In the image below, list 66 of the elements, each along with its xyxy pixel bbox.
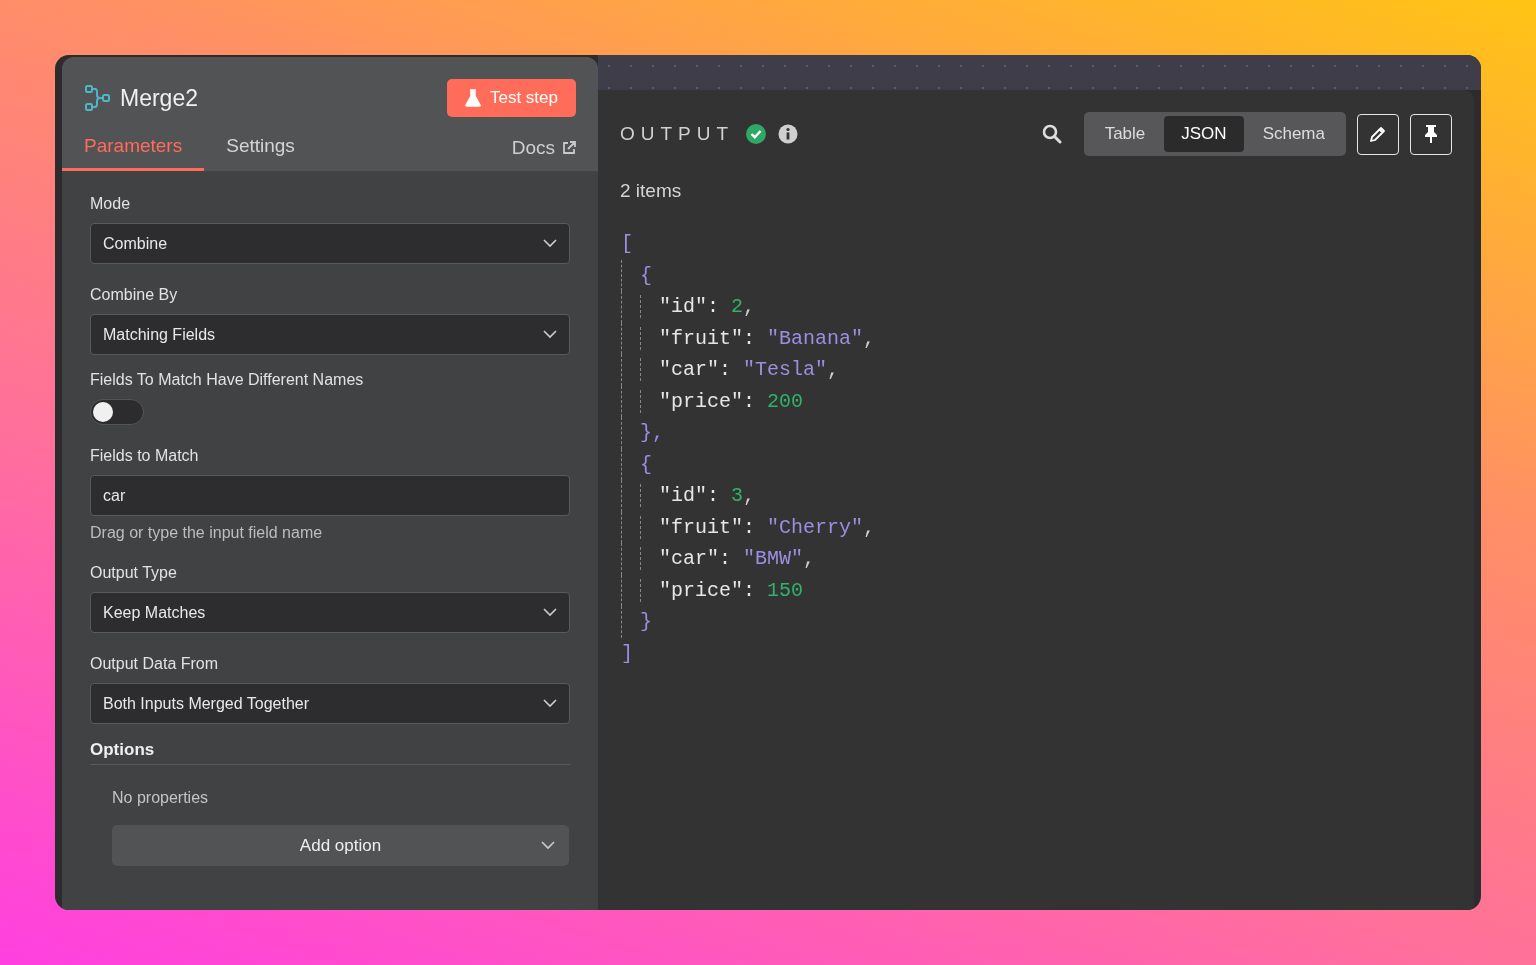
- json-value: "Banana": [767, 326, 864, 350]
- json-key: "price":: [640, 389, 755, 413]
- field-label: Output Type: [90, 564, 178, 582]
- search-icon: [1041, 124, 1062, 144]
- select-field[interactable]: Both Inputs Merged Together: [90, 683, 570, 724]
- caret-icon: [543, 608, 557, 617]
- json-bracket: {: [640, 263, 652, 287]
- json-comma: ,: [863, 326, 876, 350]
- field-label: Combine By: [90, 286, 179, 304]
- field-label: Mode: [90, 195, 132, 213]
- json-value: 2: [731, 295, 744, 318]
- json-key: "car":: [640, 358, 731, 381]
- field-label: Fields To Match Have Different Names: [90, 371, 365, 389]
- json-bracket: ]: [621, 641, 633, 665]
- caret-icon: [541, 841, 555, 850]
- json-value: "Tesla": [743, 358, 828, 381]
- node-title: Merge2: [120, 84, 198, 112]
- input-field[interactable]: car: [90, 475, 570, 516]
- json-key: "fruit":: [640, 515, 755, 539]
- external-link-icon: [562, 141, 576, 155]
- pin-icon: [1423, 124, 1439, 144]
- docs-link[interactable]: Docs: [511, 137, 576, 171]
- toggle-switch[interactable]: [90, 399, 144, 425]
- json-comma: ,: [863, 515, 876, 539]
- json-value: 200: [767, 389, 804, 413]
- caret-icon: [543, 330, 557, 339]
- field-label: Fields to Match: [90, 447, 200, 465]
- pin-button[interactable]: [1410, 113, 1452, 155]
- flask-icon: [464, 89, 481, 107]
- add-option-button[interactable]: Add option: [112, 825, 569, 866]
- edit-button[interactable]: [1357, 113, 1399, 155]
- select-field[interactable]: Combine: [90, 223, 570, 264]
- merge-icon: [84, 85, 110, 111]
- json-value: "Cherry": [767, 515, 864, 539]
- json-key: "id":: [640, 295, 719, 318]
- field-label: Output Data From: [90, 655, 220, 673]
- output-title: OUTPUT: [620, 123, 735, 145]
- item-count: 2 items: [620, 180, 683, 202]
- empty-text: No properties: [112, 789, 210, 807]
- tab[interactable]: Settings: [204, 129, 317, 171]
- json-key: "price":: [640, 578, 755, 602]
- json-bracket: },: [640, 421, 664, 444]
- json-bracket: }: [640, 610, 652, 633]
- view-tab[interactable]: Schema: [1245, 116, 1342, 152]
- pencil-icon: [1369, 125, 1387, 143]
- view-tab[interactable]: JSON: [1164, 116, 1244, 152]
- section-title: Options: [90, 740, 570, 765]
- caret-icon: [543, 699, 557, 708]
- select-field[interactable]: Keep Matches: [90, 592, 570, 633]
- json-comma: ,: [803, 547, 816, 570]
- json-bracket: {: [640, 452, 652, 476]
- info-icon: [778, 124, 799, 144]
- json-key: "fruit":: [640, 326, 755, 350]
- json-value: "BMW": [743, 547, 804, 570]
- json-key: "id":: [640, 484, 719, 507]
- select-field[interactable]: Matching Fields: [90, 314, 570, 355]
- json-value: 150: [767, 578, 804, 602]
- caret-icon: [543, 239, 557, 248]
- json-comma: ,: [743, 484, 756, 507]
- json-comma: ,: [827, 358, 840, 381]
- json-value: 3: [731, 484, 744, 507]
- field-hint: Drag or type the input field name: [90, 524, 324, 542]
- json-bracket: [: [621, 232, 633, 255]
- json-comma: ,: [743, 295, 756, 318]
- view-tab[interactable]: Table: [1087, 116, 1163, 152]
- json-key: "car":: [640, 547, 731, 570]
